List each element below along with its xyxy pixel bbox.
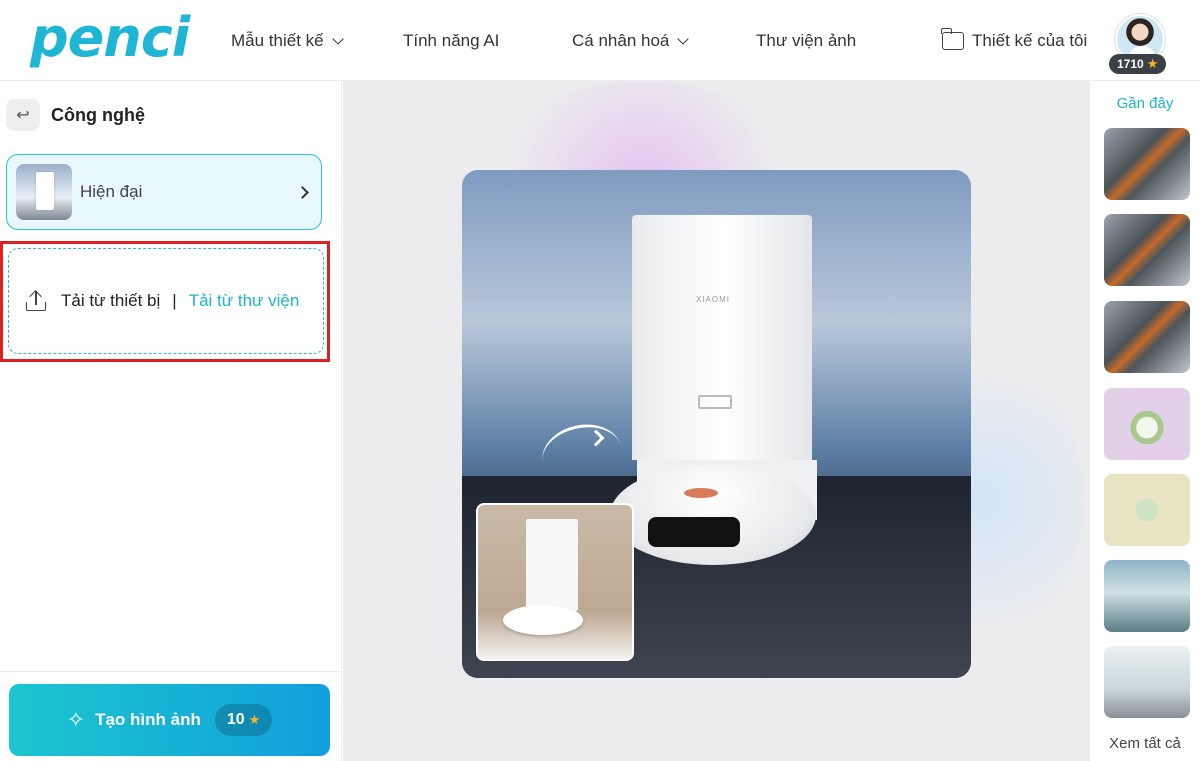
star-icon: ★: [248, 712, 261, 727]
robot-vacuum: [610, 465, 816, 565]
recent-thumbnail[interactable]: [1104, 128, 1190, 200]
star-icon: ★: [1146, 56, 1159, 71]
category-title: Công nghệ: [51, 105, 145, 125]
folder-icon: [941, 28, 964, 50]
left-panel: ↩ Công nghệ Hiện đại Tải từ thiết bị | T…: [0, 81, 342, 761]
recent-thumbnail[interactable]: [1104, 388, 1190, 460]
back-arrow-icon: ↩: [16, 107, 30, 124]
create-cost-badge: 10 ★: [214, 704, 273, 736]
create-image-label: Tạo hình ảnh: [95, 710, 201, 729]
credit-balance-badge[interactable]: 1710 ★: [1109, 54, 1167, 74]
station-handle: [698, 395, 732, 409]
station-brand-text: XIAOMI: [696, 295, 731, 304]
nav-my-designs[interactable]: Thiết kế của tôi: [941, 28, 1088, 52]
upload-icon: [26, 290, 46, 311]
nav-ai-features[interactable]: Tính năng AI: [403, 30, 499, 52]
upload-from-device-link[interactable]: Tải từ thiết bị: [61, 291, 160, 311]
penci-logo[interactable]: penci: [30, 8, 190, 68]
chevron-down-icon: [331, 33, 344, 45]
sparkle-icon: ✧: [66, 707, 86, 732]
recent-sidebar: Gần đây Xem tất cả: [1090, 81, 1200, 761]
nav-gallery[interactable]: Thư viện ảnh: [756, 30, 856, 52]
recent-thumbnail[interactable]: [1104, 301, 1190, 373]
preview-image[interactable]: XIAOMI: [462, 170, 971, 678]
docking-station: [632, 215, 812, 460]
nav-templates-label: Mẫu thiết kế: [231, 31, 324, 50]
chevron-down-icon: [677, 33, 690, 45]
robot-sensor: [684, 488, 718, 498]
chevron-right-icon: [296, 185, 309, 199]
nav-templates[interactable]: Mẫu thiết kế: [231, 30, 344, 52]
recent-thumbnail[interactable]: [1104, 560, 1190, 632]
style-card-label: Hiện đại: [80, 182, 143, 201]
inset-station: [526, 519, 578, 611]
top-header: penci Mẫu thiết kế Tính năng AI Cá nhân …: [0, 0, 1200, 81]
nav-my-designs-label: Thiết kế của tôi: [972, 31, 1088, 50]
recent-thumbnail[interactable]: [1104, 474, 1190, 546]
see-all-link[interactable]: Xem tất cả: [1090, 735, 1200, 752]
create-image-button[interactable]: ✧ Tạo hình ảnh 10 ★: [9, 684, 330, 756]
nav-ai-features-label: Tính năng AI: [403, 31, 500, 50]
style-thumbnail: [16, 164, 72, 220]
preview-canvas: XIAOMI: [343, 81, 1090, 761]
style-card-modern[interactable]: Hiện đại: [6, 154, 322, 230]
create-cost-value: 10: [226, 711, 245, 728]
back-button[interactable]: ↩: [6, 99, 40, 131]
left-footer-divider: [0, 671, 342, 672]
nav-gallery-label: Thư viện ảnh: [756, 31, 857, 50]
original-photo-inset: [476, 503, 634, 661]
robot-camera: [648, 517, 740, 547]
nav-personalize[interactable]: Cá nhân hoá: [572, 30, 690, 52]
upload-highlight-frame: Tải từ thiết bị | Tải từ thư viện: [0, 241, 330, 362]
upload-dropzone[interactable]: Tải từ thiết bị | Tải từ thư viện: [8, 248, 324, 354]
recent-title: Gần đây: [1116, 95, 1174, 112]
credit-balance-value: 1710: [1117, 57, 1144, 71]
recent-thumbnail[interactable]: [1104, 214, 1190, 286]
inset-robot: [503, 605, 583, 635]
upload-from-library-link[interactable]: Tải từ thư viện: [189, 291, 300, 311]
nav-personalize-label: Cá nhân hoá: [572, 31, 670, 50]
recent-thumbnail[interactable]: [1104, 646, 1190, 718]
upload-separator: |: [172, 291, 177, 310]
